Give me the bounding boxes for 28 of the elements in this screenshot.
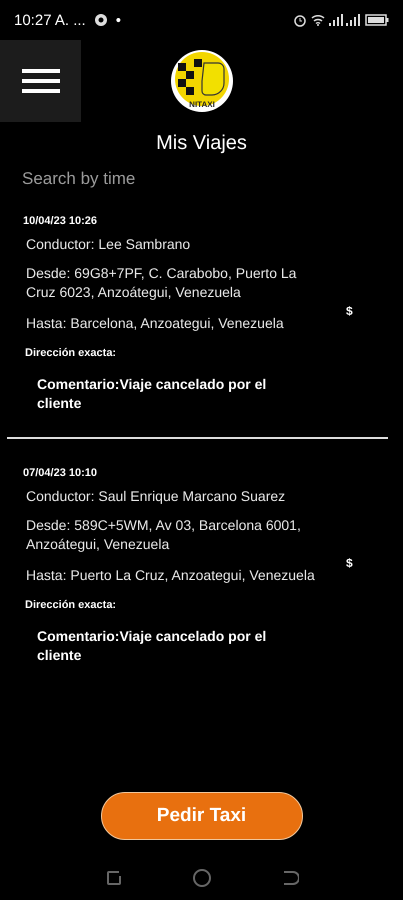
menu-button[interactable] [0,40,81,122]
destination-address: Hasta: Puerto La Cruz, Anzoategui, Venezuela [26,566,316,585]
origin-address: Desde: 69G8+7PF, C. Carabobo, Puerto La Cruz 6023, Anzoátegui, Venezuela [26,264,298,302]
battery-icon [365,14,389,26]
driver-name: Conductor: Lee Sambrano [26,235,192,254]
origin-address: Desde: 589C+5WM, Av 03, Barcelona 6001, Anzoátegui, Venezuela [26,516,302,554]
notification-dot: • [116,12,121,28]
page-title: Mis Viajes [155,132,248,155]
trip-comment: Comentario:Viaje cancelado por el cliente [37,627,268,665]
driver-name: Conductor: Saul Enrique Marcano Suarez [26,487,286,506]
alarm-icon [293,13,307,27]
search-field[interactable]: Search by time [22,169,322,189]
request-taxi-button[interactable]: Pedir Taxi [100,792,302,840]
exact-address-label: Dirección exacta: [25,599,118,611]
menu-icon [22,67,60,95]
signal-icon [329,14,361,26]
trip-price: $ [346,556,353,570]
recent-apps-icon[interactable] [104,869,122,887]
destination-address: Hasta: Barcelona, Anzoategui, Venezuela [26,314,285,333]
app-icon [94,13,108,27]
trip-date: 10/04/23 10:26 [23,215,98,227]
wifi-icon [311,14,325,26]
trip-date: 07/04/23 10:10 [23,467,98,479]
exact-address-label: Dirección exacta: [25,347,118,359]
status-time: 10:27 A. ... [14,12,86,28]
home-icon[interactable] [192,868,212,888]
trip-comment: Comentario:Viaje cancelado por el cliente [37,375,268,413]
trip-price: $ [346,304,353,318]
